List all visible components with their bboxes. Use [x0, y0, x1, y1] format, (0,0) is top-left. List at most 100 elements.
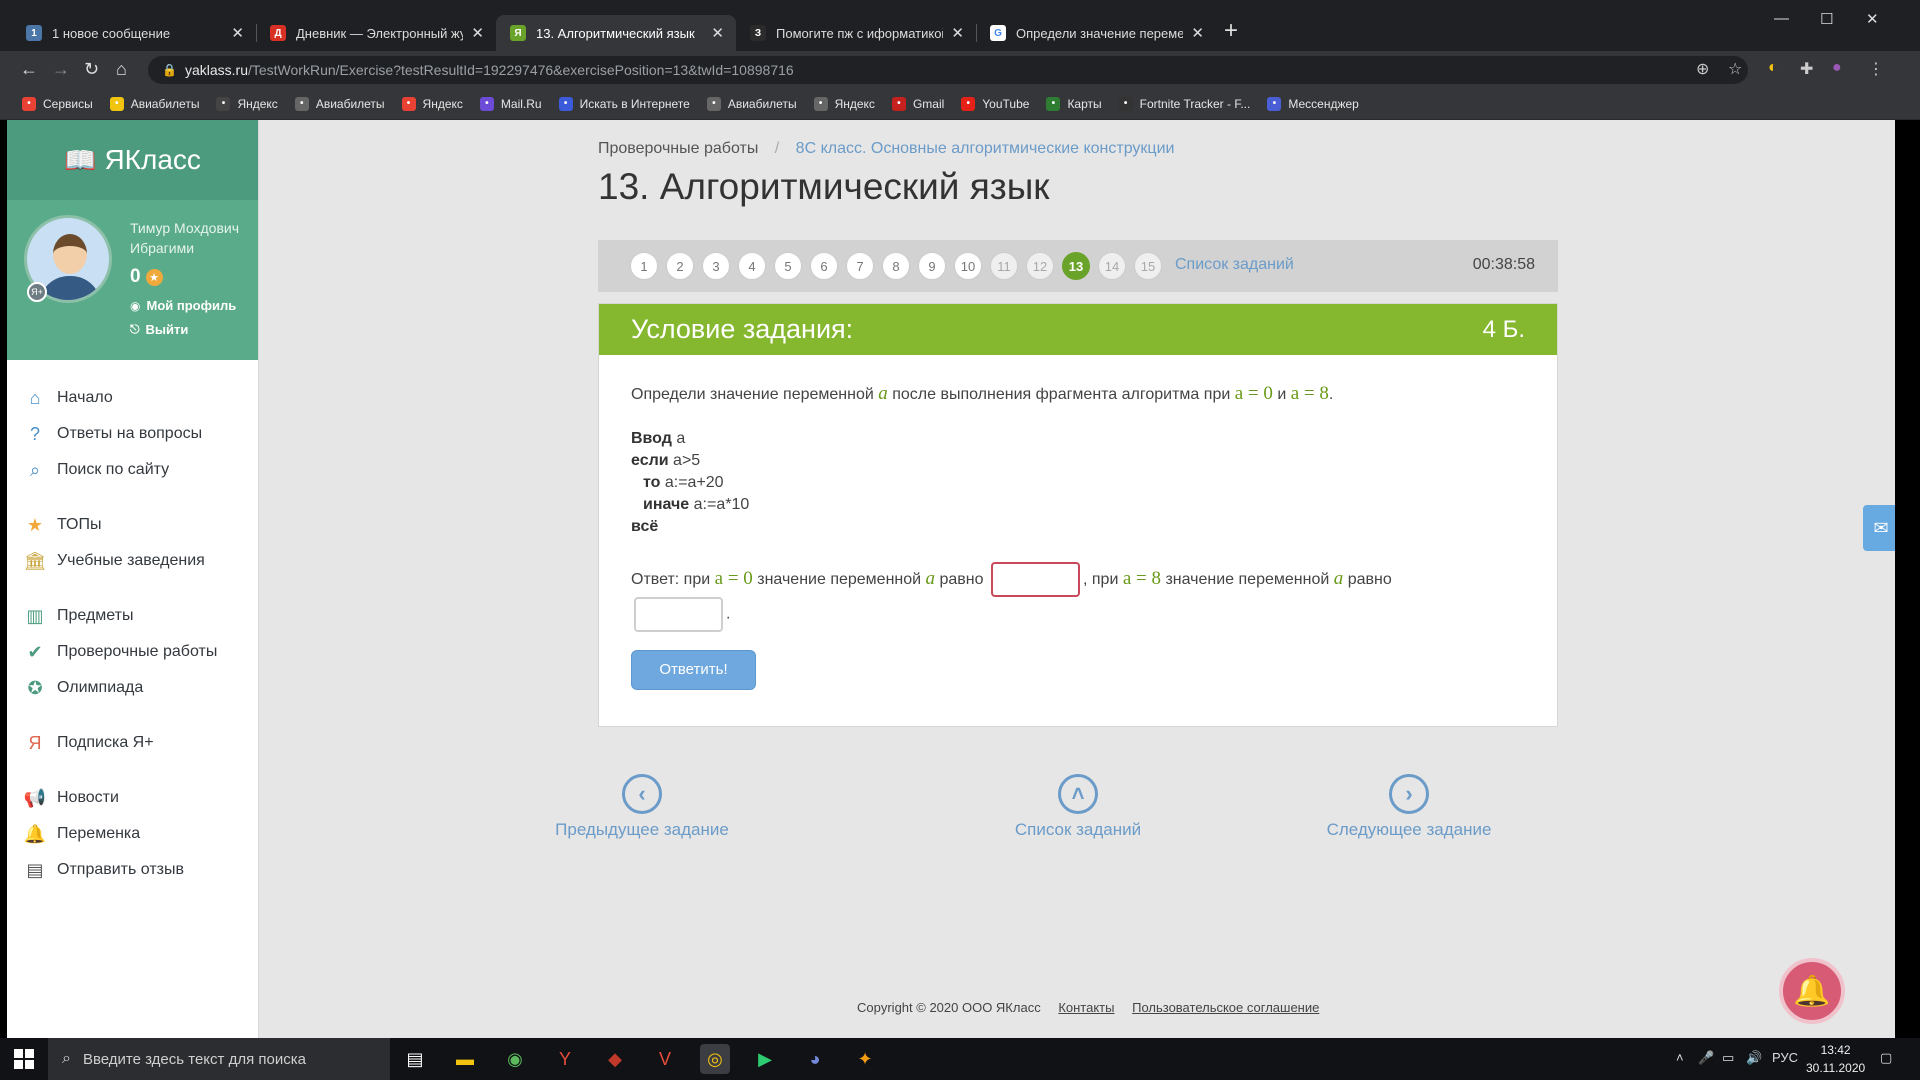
game-icon[interactable]: ✦ [850, 1044, 880, 1074]
question-number[interactable]: 3 [702, 252, 730, 280]
bookmark-item[interactable]: • YouTube [961, 96, 1029, 111]
bookmark-item[interactable]: • Искать в Интернете [558, 96, 690, 111]
network-icon[interactable]: ▭ [1722, 1050, 1734, 1066]
sidebar-item-star[interactable]: ★ ТОПы [7, 507, 258, 543]
breadcrumb-current[interactable]: 8С класс. Основные алгоритмические конст… [796, 140, 1175, 157]
feedback-mail-icon[interactable]: ✉ [1863, 505, 1895, 551]
app-arrow-icon[interactable]: ▶ [750, 1044, 780, 1074]
maximize-icon[interactable]: ☐ [1820, 10, 1833, 28]
question-number[interactable]: 15 [1134, 252, 1162, 280]
close-tab-icon[interactable]: ✕ [1191, 24, 1204, 42]
tab-diary[interactable]: Д Дневник — Электронный журн... ✕ [256, 15, 496, 51]
notification-bell-icon[interactable]: 🔔 [1779, 958, 1845, 1024]
extension-icon[interactable]: ◐ [1768, 59, 1778, 77]
menu-kebab-icon[interactable]: ⋮ [1868, 59, 1884, 79]
sidebar-item-feedback[interactable]: ▤ Отправить отзыв [7, 852, 258, 888]
bookmark-item[interactable]: • Авиабилеты [706, 96, 797, 111]
system-clock[interactable]: 13:42 30.11.2020 [1806, 1041, 1865, 1077]
bookmark-item[interactable]: • Яндекс [813, 96, 875, 111]
next-task-link[interactable]: › Следующее задание [1309, 774, 1509, 840]
close-tab-icon[interactable]: ✕ [711, 24, 724, 42]
back-icon[interactable]: ← [20, 59, 38, 79]
bookmark-item[interactable]: • Мессенджер [1267, 96, 1359, 111]
bookmark-star-icon[interactable]: ☆ [1728, 59, 1742, 79]
sidebar-item-school[interactable]: 🏛 Учебные заведения [7, 543, 258, 579]
notification-center-icon[interactable]: ▢ [1880, 1050, 1892, 1066]
taskbar-search[interactable]: ⌕ Введите здесь текст для поиска [48, 1038, 390, 1080]
submit-answer-button[interactable]: Ответить! [631, 650, 756, 691]
sidebar-item-question[interactable]: ? Ответы на вопросы [7, 416, 258, 452]
question-number[interactable]: 1 [630, 252, 658, 280]
extensions-puzzle-icon[interactable]: ✚ [1800, 59, 1813, 79]
logout-link[interactable]: ⎋ Выйти [130, 322, 188, 337]
tab-vk-message[interactable]: 1 1 новое сообщение ✕ [12, 15, 256, 51]
bookmark-item[interactable]: • Сервисы [22, 96, 93, 111]
question-number[interactable]: 8 [882, 252, 910, 280]
bookmark-item[interactable]: • Яндекс [216, 96, 278, 111]
forward-icon[interactable]: → [52, 59, 70, 79]
breadcrumb-root[interactable]: Проверочные работы [598, 140, 758, 157]
question-number[interactable]: 5 [774, 252, 802, 280]
volume-icon[interactable]: 🔊 [1746, 1050, 1762, 1066]
question-number[interactable]: 11 [990, 252, 1018, 280]
reload-icon[interactable]: ↻ [84, 59, 99, 79]
sidebar-item-bell[interactable]: 🔔 Переменка [7, 816, 258, 852]
input-language[interactable]: РУС [1772, 1050, 1798, 1065]
bookmark-item[interactable]: • Карты [1046, 96, 1102, 111]
bookmark-item[interactable]: • Яндекс [401, 96, 463, 111]
sidebar-item-subscription[interactable]: Я Подписка Я+ [7, 725, 258, 761]
tab-yaklass-active[interactable]: Я 13. Алгоритмический язык ✕ [496, 15, 736, 51]
task-view-icon[interactable]: ▤ [400, 1044, 430, 1074]
answer-input-a0[interactable] [990, 562, 1080, 598]
question-number[interactable]: 12 [1026, 252, 1054, 280]
new-tab-icon[interactable]: + [1224, 19, 1238, 43]
question-number[interactable]: 9 [918, 252, 946, 280]
tray-chevron-up-icon[interactable]: ˄ [1676, 1050, 1684, 1065]
file-explorer-icon[interactable]: ▬ [450, 1044, 480, 1074]
close-tab-icon[interactable]: ✕ [471, 24, 484, 42]
sidebar-item-megaphone[interactable]: 📢 Новости [7, 780, 258, 816]
chrome-icon[interactable]: ◎ [700, 1044, 730, 1074]
bookmark-item[interactable]: • Авиабилеты [109, 96, 199, 111]
vivaldi-icon[interactable]: V [650, 1044, 680, 1074]
my-profile-link[interactable]: ◉ Мой профиль [130, 298, 236, 313]
question-number[interactable]: 2 [666, 252, 694, 280]
question-number[interactable]: 6 [810, 252, 838, 280]
tab-google-search[interactable]: G Определи значение переменно... ✕ [976, 15, 1216, 51]
profile-avatar-icon[interactable]: ● [1832, 59, 1842, 77]
sidebar-item-book[interactable]: ▥ Предметы [7, 598, 258, 634]
minimize-icon[interactable]: — [1774, 10, 1789, 27]
game-launcher-icon[interactable]: ◆ [600, 1044, 630, 1074]
close-window-icon[interactable]: ✕ [1866, 10, 1879, 28]
previous-task-link[interactable]: ‹ Предыдущее задание [542, 774, 742, 840]
tab-znanija[interactable]: З Помогите пж с иформатикой - ... ✕ [736, 15, 976, 51]
question-number[interactable]: 10 [954, 252, 982, 280]
microphone-icon[interactable]: 🎤 [1698, 1050, 1714, 1066]
bookmark-item[interactable]: • Gmail [891, 96, 944, 111]
bookmark-item[interactable]: • Mail.Ru [479, 96, 542, 111]
sidebar-item-search[interactable]: ⌕ Поиск по сайту [7, 452, 258, 488]
bookmark-item[interactable]: • Fortnite Tracker - F... [1118, 96, 1250, 111]
windows-start-icon[interactable] [14, 1049, 34, 1069]
sidebar-item-check[interactable]: ✔ Проверочные работы [7, 634, 258, 670]
utorrent-icon[interactable]: ◉ [500, 1044, 530, 1074]
address-bar[interactable]: 🔒 yaklass.ru/TestWorkRun/Exercise?testRe… [148, 56, 1748, 84]
yandex-browser-icon[interactable]: Y [550, 1044, 580, 1074]
task-list-bottom-link[interactable]: ˄ Список заданий [978, 774, 1178, 840]
agreement-link[interactable]: Пользовательское соглашение [1132, 1000, 1319, 1015]
discord-icon[interactable]: ◕ [800, 1044, 830, 1074]
install-icon[interactable]: ⊕ [1696, 59, 1709, 79]
yaklass-logo[interactable]: 📖 ЯКласс [7, 120, 258, 200]
question-number[interactable]: 13 [1062, 252, 1090, 280]
sidebar-item-medal[interactable]: ✪ Олимпиада [7, 670, 258, 706]
sidebar-item-home[interactable]: ⌂ Начало [7, 380, 258, 416]
close-tab-icon[interactable]: ✕ [951, 24, 964, 42]
contacts-link[interactable]: Контакты [1058, 1000, 1114, 1015]
question-number[interactable]: 7 [846, 252, 874, 280]
task-list-link[interactable]: Список заданий [1175, 256, 1294, 274]
close-tab-icon[interactable]: ✕ [231, 24, 244, 42]
answer-input-a8[interactable] [634, 597, 723, 633]
bookmark-item[interactable]: • Авиабилеты [294, 96, 385, 111]
question-number[interactable]: 4 [738, 252, 766, 280]
home-icon[interactable]: ⌂ [116, 59, 127, 79]
